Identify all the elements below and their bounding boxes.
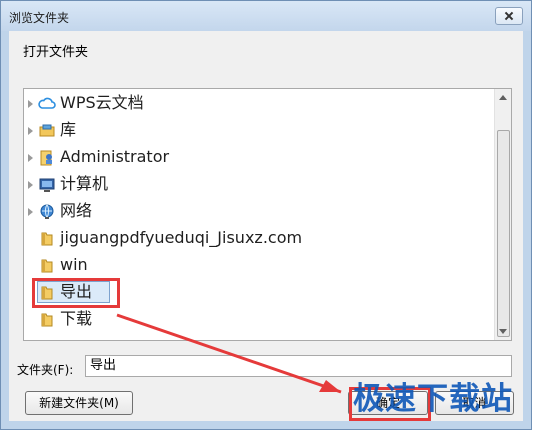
tree-item-label: 计算机 — [60, 174, 109, 193]
tree-item-network[interactable]: 网络 — [24, 199, 494, 225]
folder-tree[interactable]: WPS云文档 库 Administrator 计算机 网络 jiguangpdf… — [23, 88, 512, 341]
tree-item-label: jiguangpdfyueduqi_Jisuxz.com — [60, 228, 303, 247]
tree-item-jisuxz-folder[interactable]: jiguangpdfyueduqi_Jisuxz.com — [24, 226, 494, 252]
new-folder-button[interactable]: 新建文件夹(M) — [25, 391, 133, 415]
expand-arrow-icon[interactable] — [28, 127, 33, 135]
instruction-text: 打开文件夹 — [23, 45, 89, 60]
tree-item-win-folder[interactable]: win — [24, 253, 494, 279]
folder-icon — [41, 259, 53, 273]
expand-arrow-icon[interactable] — [28, 100, 33, 108]
title-bar: 浏览文件夹 — [1, 1, 531, 31]
folder-icon — [41, 286, 53, 300]
expand-arrow-icon[interactable] — [28, 181, 33, 189]
tree-item-label: 导出 — [60, 282, 93, 301]
watermark-text: 极速下载站 — [353, 381, 513, 417]
tree-item-label: 库 — [60, 120, 77, 139]
folder-field-label: 文件夹(F): — [17, 363, 74, 377]
tree-item-computer[interactable]: 计算机 — [24, 172, 494, 198]
tree-item-label: Administrator — [60, 147, 170, 166]
expand-arrow-icon[interactable] — [28, 208, 33, 216]
dialog-client-area: 打开文件夹 WPS云文档 库 Administrator 计算机 网络 jigu… — [9, 31, 523, 421]
close-button[interactable] — [495, 7, 523, 25]
vertical-scrollbar[interactable] — [494, 89, 511, 340]
folder-icon — [41, 232, 53, 246]
expand-arrow-icon[interactable] — [28, 154, 33, 162]
folder-icon — [41, 313, 53, 327]
tree-item-wps-cloud[interactable]: WPS云文档 — [24, 91, 494, 117]
scroll-down-icon[interactable] — [495, 324, 511, 340]
computer-icon — [39, 178, 55, 192]
browse-folder-dialog: 浏览文件夹 打开文件夹 WPS云文档 库 Administrator 计算机 网… — [0, 0, 532, 430]
scroll-thumb[interactable] — [497, 130, 510, 337]
scroll-up-icon[interactable] — [495, 89, 511, 105]
tree-item-export-folder[interactable]: 导出 — [24, 278, 494, 308]
tree-item-label: win — [60, 255, 88, 274]
user-folder-icon — [40, 150, 52, 166]
tree-item-library[interactable]: 库 — [24, 118, 494, 144]
network-icon — [40, 204, 54, 219]
tree-item-administrator[interactable]: Administrator — [24, 145, 494, 171]
tree-item-download-folder[interactable]: 下载 — [24, 307, 494, 333]
tree-item-label: 网络 — [60, 201, 93, 220]
cloud-icon — [38, 97, 56, 109]
library-icon — [39, 124, 55, 137]
tree-item-label: WPS云文档 — [60, 93, 144, 112]
window-title: 浏览文件夹 — [9, 11, 70, 25]
tree-item-label: 下载 — [60, 309, 93, 328]
